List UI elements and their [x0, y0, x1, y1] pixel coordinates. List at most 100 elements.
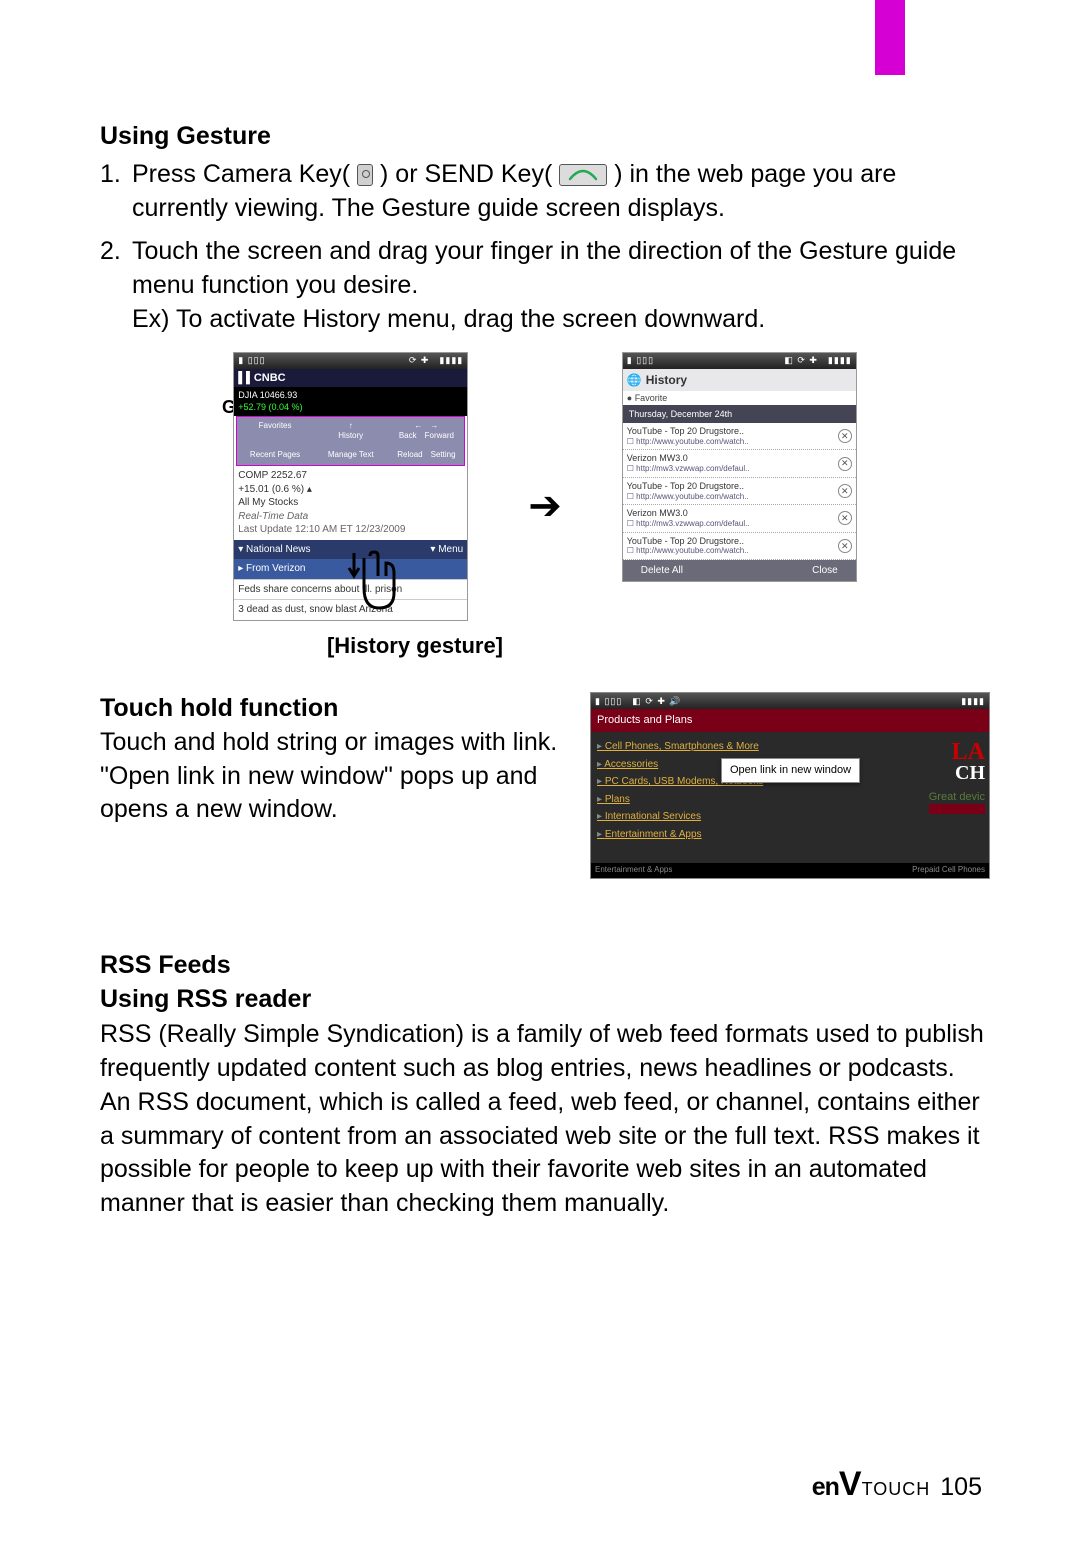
favorite-tab[interactable]: ● Favorite: [623, 391, 856, 405]
step-number: 1.: [100, 158, 132, 226]
national-news[interactable]: ▾ National News: [238, 543, 310, 557]
gesture-manage[interactable]: Manage Text: [313, 446, 389, 465]
brand-v: V: [839, 1465, 862, 1503]
history-list: YouTube - Top 20 Drugstore..☐ http://www…: [623, 423, 856, 560]
step-number: 2.: [100, 235, 132, 336]
gesture-back[interactable]: Back: [399, 431, 417, 440]
close-button[interactable]: Close: [812, 564, 838, 578]
list-link[interactable]: International Services: [597, 808, 983, 826]
history-date: Thursday, December 24th: [623, 405, 856, 423]
delete-item-icon[interactable]: ✕: [838, 484, 852, 498]
all-stocks[interactable]: All My Stocks: [238, 496, 463, 510]
gesture-reload[interactable]: Reload: [397, 450, 422, 459]
gesture-right-col: ← →Back Forward: [389, 417, 465, 447]
brand-touch: TOUCH: [862, 1479, 931, 1499]
status-bar: ▮ ▯▯▯ ◧ ⟳ ✚ 🔊 ▮▮▮▮: [591, 693, 989, 709]
footer-left: Entertainment & Apps: [595, 865, 672, 876]
delete-all-button[interactable]: Delete All: [641, 564, 683, 578]
page-footer: enVTOUCH 105: [812, 1465, 982, 1504]
status-right-icons: ▮▮▮▮: [961, 695, 985, 707]
history-item[interactable]: Verizon MW3.0☐ http://mw3.vzwwap.com/def…: [623, 505, 856, 532]
list-link[interactable]: Entertainment & Apps: [597, 826, 983, 844]
promo-la: LA: [929, 742, 985, 764]
history-gesture-caption: [History gesture]: [0, 631, 990, 661]
send-key-icon: [559, 164, 607, 186]
history-item[interactable]: YouTube - Top 20 Drugstore..☐ http://www…: [623, 423, 856, 450]
from-verizon-label: ▸ From Verizon: [238, 562, 305, 576]
delete-item-icon[interactable]: ✕: [838, 429, 852, 443]
history-item[interactable]: YouTube - Top 20 Drugstore..☐ http://www…: [623, 533, 856, 560]
page-number: 105: [940, 1473, 982, 1502]
gesture-history-label: History: [338, 431, 363, 440]
rss-description: RSS (Really Simple Syndication) is a fam…: [100, 1018, 990, 1221]
gesture-steps: 1. Press Camera Key( ) or SEND Key( ) in…: [100, 158, 990, 337]
brand-en: en: [812, 1473, 839, 1501]
footer-right: Prepaid Cell Phones: [912, 865, 985, 876]
touch-hold-description: Touch and hold string or images with lin…: [100, 726, 560, 827]
touch-hold-footer: Entertainment & Apps Prepaid Cell Phones: [591, 863, 989, 878]
rss-section: RSS Feeds Using RSS reader RSS (Really S…: [100, 949, 990, 1221]
cnbc-label: CNBC: [254, 372, 286, 384]
delete-item-icon[interactable]: ✕: [838, 511, 852, 525]
comp-change: +15.01 (0.6 %) ▴: [238, 483, 463, 497]
step-1-body: Press Camera Key( ) or SEND Key( ) in th…: [132, 158, 990, 226]
status-right-icons: ◧ ⟳ ✚ ▮▮▮▮: [784, 354, 851, 366]
status-right-icons: ⟳ ✚ ▮▮▮▮: [409, 354, 463, 366]
status-bar: ▮ ▯▯▯ ⟳ ✚ ▮▮▮▮: [234, 353, 467, 369]
gesture-up-arrow[interactable]: ↑History: [313, 417, 389, 447]
last-update: Last Update 12:10 AM ET 12/23/2009: [238, 523, 463, 537]
history-title-bar: 🌐 History: [623, 369, 856, 391]
step-2-body: Touch the screen and drag your finger in…: [132, 235, 990, 336]
realtime-label: Real-Time Data: [238, 510, 463, 524]
from-verizon-bar[interactable]: ▸ From Verizon: [234, 559, 467, 579]
touch-hold-body: Cell Phones, Smartphones & More Accessor…: [591, 732, 989, 863]
status-left-icons: ▮ ▯▯▯ ◧ ⟳ ✚ 🔊: [595, 695, 682, 707]
promo-ch: CH: [929, 764, 985, 782]
screenshot-history: ▮ ▯▯▯ ◧ ⟳ ✚ ▮▮▮▮ 🌐 History ● Favorite Th…: [622, 352, 857, 583]
touch-hold-section: Touch hold function Touch and hold strin…: [100, 692, 990, 879]
section-bar: ▾ National News ▾ Menu: [234, 540, 467, 560]
camera-key-icon: [357, 164, 373, 186]
heading-using-rss: Using RSS reader: [100, 983, 990, 1017]
promo-great: Great devic: [929, 790, 985, 805]
gesture-setting[interactable]: Setting: [431, 450, 456, 459]
history-item-url: http://mw3.vzwwap.com/defaul..: [636, 519, 749, 528]
status-left-icons: ▮ ▯▯▯: [627, 354, 654, 366]
history-item-url: http://www.youtube.com/watch..: [636, 437, 749, 446]
brand-logo: enVTOUCH: [812, 1465, 931, 1504]
screenshot-gesture-guide: ▮ ▯▯▯ ⟳ ✚ ▮▮▮▮ ▌▌CNBC DJIA 10466.93 +52.…: [233, 352, 468, 621]
menu-drop[interactable]: ▾ Menu: [430, 543, 463, 557]
history-item[interactable]: YouTube - Top 20 Drugstore..☐ http://www…: [623, 478, 856, 505]
news-item[interactable]: Feds share concerns about Ill. prison: [234, 579, 467, 600]
arrow-icon: ➔: [528, 479, 562, 533]
history-item-title: YouTube - Top 20 Drugstore..: [627, 536, 834, 547]
ticker-line-1: DJIA 10466.93: [238, 389, 463, 401]
gesture-forward[interactable]: Forward: [425, 431, 454, 440]
link-list: Cell Phones, Smartphones & More Accessor…: [597, 738, 983, 843]
delete-item-icon[interactable]: ✕: [838, 539, 852, 553]
history-item-url: http://www.youtube.com/watch..: [636, 492, 749, 501]
gesture-favorites[interactable]: Favorites: [237, 417, 313, 447]
page-tab-marker: [875, 0, 905, 75]
history-item-title: Verizon MW3.0: [627, 453, 834, 464]
products-plans-bar: Products and Plans: [591, 709, 989, 732]
step-2-example: Ex) To activate History menu, drag the s…: [132, 305, 765, 333]
step-1-part-b: ) or SEND Key(: [380, 160, 552, 188]
step-2-text: Touch the screen and drag your finger in…: [132, 237, 956, 299]
history-item-url: http://mw3.vzwwap.com/defaul..: [636, 464, 749, 473]
history-item-title: YouTube - Top 20 Drugstore..: [627, 426, 834, 437]
globe-icon: 🌐: [627, 372, 642, 388]
gesture-recent[interactable]: Recent Pages: [237, 446, 313, 465]
favorite-label: Favorite: [635, 393, 668, 403]
page-content: Using Gesture 1. Press Camera Key( ) or …: [0, 0, 1080, 1221]
list-link[interactable]: Plans: [597, 791, 983, 809]
list-link[interactable]: Cell Phones, Smartphones & More: [597, 738, 983, 756]
history-item-title: YouTube - Top 20 Drugstore..: [627, 481, 834, 492]
comp-line: COMP 2252.67: [238, 469, 463, 483]
heading-using-gesture: Using Gesture: [100, 120, 990, 154]
news-item[interactable]: 3 dead as dust, snow blast Arizona: [234, 599, 467, 620]
history-title: History: [646, 372, 687, 388]
open-link-popup[interactable]: Open link in new window: [721, 758, 860, 783]
history-item[interactable]: Verizon MW3.0☐ http://mw3.vzwwap.com/def…: [623, 450, 856, 477]
delete-item-icon[interactable]: ✕: [838, 457, 852, 471]
